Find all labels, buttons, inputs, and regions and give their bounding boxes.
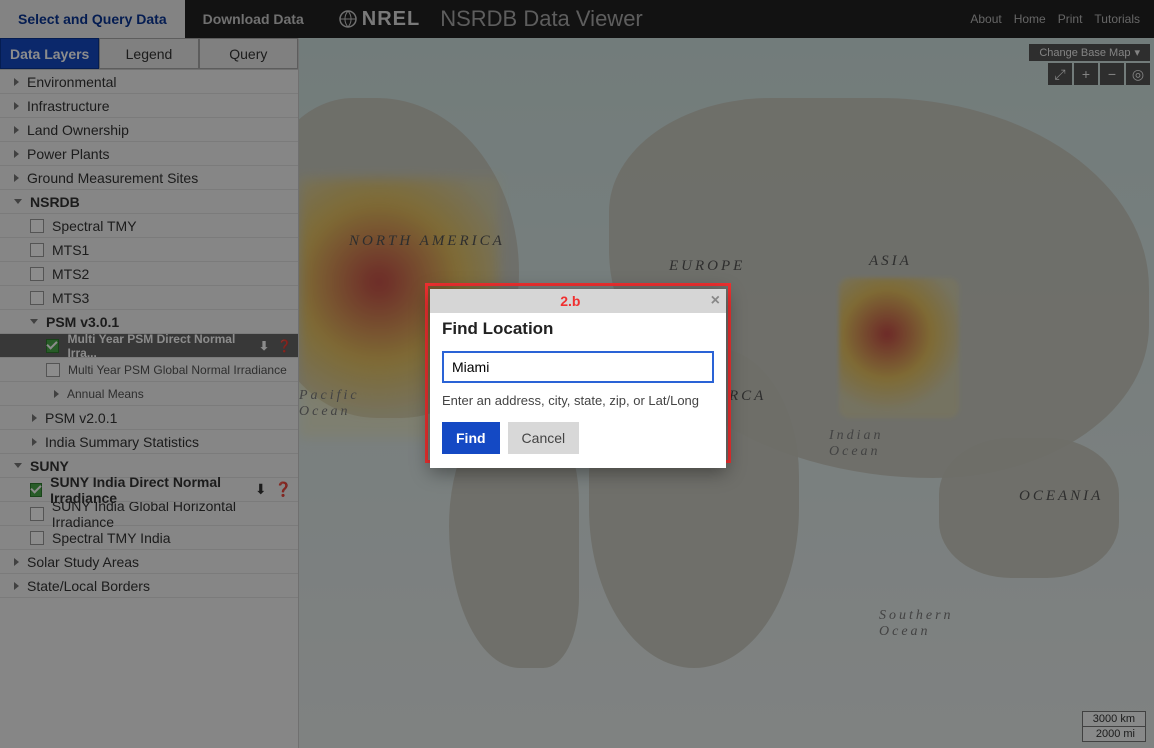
dialog-header: 2.b ×	[430, 289, 726, 313]
find-button[interactable]: Find	[442, 422, 500, 454]
annotation-label: 2.b	[430, 293, 711, 309]
cancel-button[interactable]: Cancel	[508, 422, 580, 454]
close-icon[interactable]: ×	[711, 292, 720, 310]
dialog-title: Find Location	[442, 319, 714, 339]
find-location-dialog: 2.b × Find Location Enter an address, ci…	[430, 289, 726, 468]
location-input[interactable]	[442, 351, 714, 383]
dialog-hint: Enter an address, city, state, zip, or L…	[442, 393, 714, 408]
